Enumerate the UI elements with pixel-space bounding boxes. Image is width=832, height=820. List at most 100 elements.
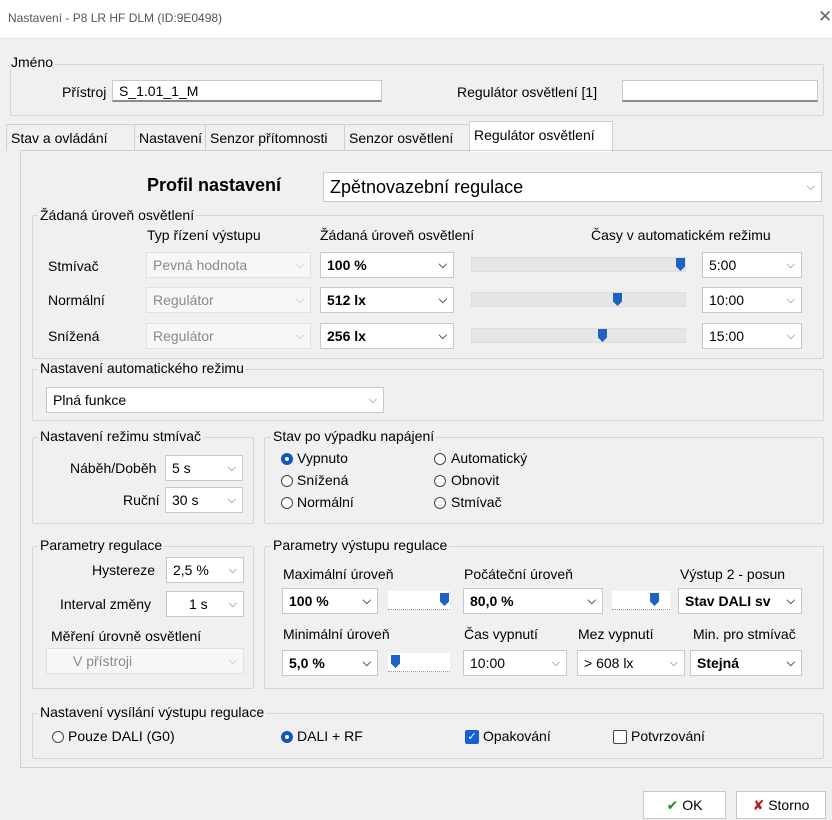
slider-thumb[interactable]: [613, 293, 622, 306]
off-limit-label: Mez vypnutí: [578, 626, 654, 642]
close-icon[interactable]: ✕: [818, 7, 832, 27]
measurement-value: V přístroji: [73, 653, 133, 669]
row-reduced-time-select[interactable]: 15:00 ⌵: [702, 323, 802, 349]
row-reduced-label: Snížená: [48, 328, 100, 344]
init-level-select[interactable]: 80,0 % ⌵: [463, 588, 603, 614]
radio-normal[interactable]: [281, 497, 293, 509]
radio-reduced[interactable]: [281, 475, 293, 487]
radio-dimmer[interactable]: [434, 497, 446, 509]
cancel-button[interactable]: ✘ Storno: [736, 791, 826, 819]
off-time-value: 10:00: [470, 655, 506, 671]
out2-label: Výstup 2 - posun: [680, 566, 786, 582]
ramp-select[interactable]: 5 s ⌵: [165, 455, 243, 481]
row-reduced-slider[interactable]: [471, 328, 686, 343]
min-level-select[interactable]: 5,0 % ⌵: [282, 650, 378, 676]
init-level-slider[interactable]: [612, 591, 670, 610]
profile-select[interactable]: Zpětnovazební regulace ⌵: [323, 172, 822, 202]
row-normal-slider[interactable]: [471, 292, 686, 307]
max-level-select[interactable]: 100 % ⌵: [282, 588, 378, 614]
chevron-down-icon: ⌵: [669, 657, 678, 669]
confirm-checkbox[interactable]: [613, 730, 627, 744]
time-value: 10:00: [709, 292, 745, 308]
row-normal-level-select[interactable]: 512 lx ⌵: [320, 287, 454, 313]
check-icon: ✔: [666, 797, 679, 813]
tab-light-sensor[interactable]: Senzor osvětlení: [344, 124, 470, 151]
tab-light-regulator[interactable]: Regulátor osvětlení: [469, 121, 613, 152]
chevron-down-icon: ⌵: [362, 657, 371, 669]
interval-label: Interval změny: [60, 596, 152, 612]
chevron-down-icon: ⌵: [786, 595, 795, 607]
row-reduced-level-select[interactable]: 256 lx ⌵: [320, 323, 454, 349]
radio-dali-rf-label: DALI + RF: [297, 728, 363, 744]
off-time-select[interactable]: 10:00 ⌵: [463, 650, 567, 676]
levels-group-label: Žádaná úroveň osvětlení: [38, 207, 197, 223]
radio-restore-label: Obnovit: [451, 472, 500, 488]
name-group-label: Jméno: [9, 54, 56, 70]
chevron-down-icon: ⌵: [228, 655, 237, 667]
measurement-label: Měření úrovně osvětlení: [51, 628, 202, 644]
regulator-label: Regulátor osvětlení [1]: [457, 84, 598, 100]
ok-button[interactable]: ✔ OK: [643, 791, 726, 819]
level-value: 100 %: [327, 257, 367, 273]
radio-reduced-label: Snížená: [297, 472, 349, 488]
radio-off[interactable]: [281, 453, 293, 465]
min-level-label: Minimální úroveň: [283, 626, 390, 642]
slider-thumb[interactable]: [598, 329, 607, 342]
chevron-down-icon: ⌵: [368, 394, 377, 406]
radio-dali-only-label: Pouze DALI (G0): [68, 728, 175, 744]
radio-automatic-label: Automatický: [451, 450, 528, 466]
dimmer-mode-label: Nastavení režimu stmívač: [38, 428, 204, 444]
repeat-label: Opakování: [483, 728, 551, 744]
radio-restore[interactable]: [434, 475, 446, 487]
auto-mode-value: Plná funkce: [53, 392, 127, 408]
measurement-select[interactable]: V přístroji ⌵: [46, 648, 244, 674]
chevron-down-icon: ⌵: [438, 294, 447, 306]
ok-button-label: OK: [682, 797, 703, 813]
min-dim-select[interactable]: Stejná ⌵: [690, 650, 802, 676]
row-dimmer-slider[interactable]: [471, 257, 686, 272]
chevron-down-icon: ⌵: [806, 181, 815, 193]
slider-thumb[interactable]: [650, 593, 659, 606]
profile-value: Zpětnovazební regulace: [330, 177, 524, 197]
hysteresis-value: 2,5 %: [173, 562, 209, 578]
radio-normal-label: Normální: [297, 494, 354, 510]
regulator-name-field[interactable]: [622, 80, 818, 102]
hysteresis-select[interactable]: 2,5 % ⌵: [166, 557, 244, 583]
row-normal-time-select[interactable]: 10:00 ⌵: [702, 287, 802, 313]
output-value: Regulátor: [153, 328, 214, 344]
out2-value: Stav DALI sv: [685, 593, 771, 609]
interval-select[interactable]: 1 s ⌵: [166, 591, 244, 617]
row-dimmer-output-select[interactable]: Pevná hodnota ⌵: [146, 252, 311, 278]
min-dim-value: Stejná: [697, 655, 740, 671]
radio-dali-rf[interactable]: [281, 731, 293, 743]
max-level-value: 100 %: [289, 593, 329, 609]
time-value: 5:00: [709, 257, 737, 273]
slider-thumb[interactable]: [391, 655, 400, 668]
min-level-slider[interactable]: [388, 653, 450, 672]
radio-dali-only[interactable]: [52, 731, 64, 743]
min-level-value: 5,0 %: [289, 655, 325, 671]
repeat-checkbox[interactable]: ✓: [465, 730, 479, 744]
row-normal-label: Normální: [48, 292, 105, 308]
out2-select[interactable]: Stav DALI sv ⌵: [678, 588, 802, 614]
chevron-down-icon: ⌵: [438, 330, 447, 342]
slider-thumb[interactable]: [440, 593, 449, 606]
row-reduced-output-select[interactable]: Regulátor ⌵: [146, 323, 311, 349]
row-normal-output-select[interactable]: Regulátor ⌵: [146, 287, 311, 313]
manual-select[interactable]: 30 s ⌵: [165, 487, 243, 513]
max-level-slider[interactable]: [388, 591, 450, 610]
tab-presence-sensor[interactable]: Senzor přítomnosti: [205, 124, 345, 151]
off-limit-select[interactable]: > 608 lx ⌵: [577, 650, 685, 676]
slider-thumb[interactable]: [676, 258, 685, 271]
tab-settings[interactable]: Nastavení: [134, 124, 206, 151]
row-dimmer-level-select[interactable]: 100 % ⌵: [320, 252, 454, 278]
row-dimmer-time-select[interactable]: 5:00 ⌵: [702, 252, 802, 278]
chevron-down-icon: ⌵: [295, 330, 304, 342]
manual-value: 30 s: [172, 492, 199, 508]
device-name-field[interactable]: S_1.01_1_M: [112, 80, 382, 102]
tab-status-control[interactable]: Stav a ovládání: [6, 124, 135, 151]
col-level: Žádaná úroveň osvětlení: [320, 227, 475, 243]
radio-automatic[interactable]: [434, 453, 446, 465]
time-value: 15:00: [709, 328, 745, 344]
auto-mode-select[interactable]: Plná funkce ⌵: [46, 387, 384, 413]
